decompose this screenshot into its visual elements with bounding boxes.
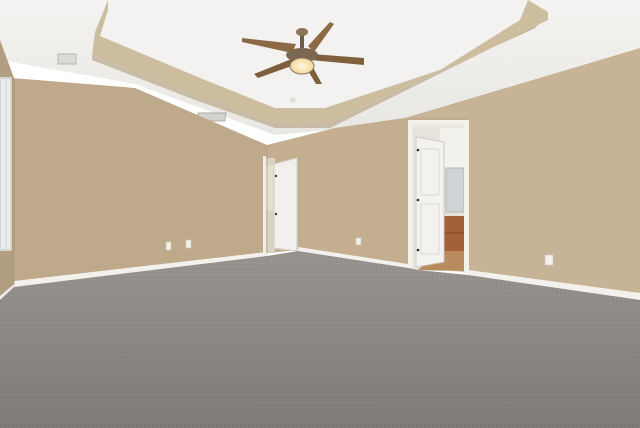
air-vent — [57, 53, 77, 65]
left-doorway — [263, 156, 298, 254]
bathroom-door[interactable] — [415, 136, 445, 268]
bathroom-doorway — [408, 120, 469, 273]
electrical-outlet — [544, 254, 554, 266]
electrical-outlet — [185, 239, 192, 249]
electrical-outlet — [355, 237, 362, 246]
smoke-detector — [290, 97, 296, 103]
empty-bedroom-photo — [0, 0, 640, 428]
light-switch — [165, 241, 172, 251]
door-hinge — [274, 174, 278, 178]
fan-light — [289, 57, 315, 75]
door-hinge — [416, 148, 420, 152]
left-door[interactable] — [273, 157, 298, 252]
bathroom-mirror — [445, 167, 465, 213]
